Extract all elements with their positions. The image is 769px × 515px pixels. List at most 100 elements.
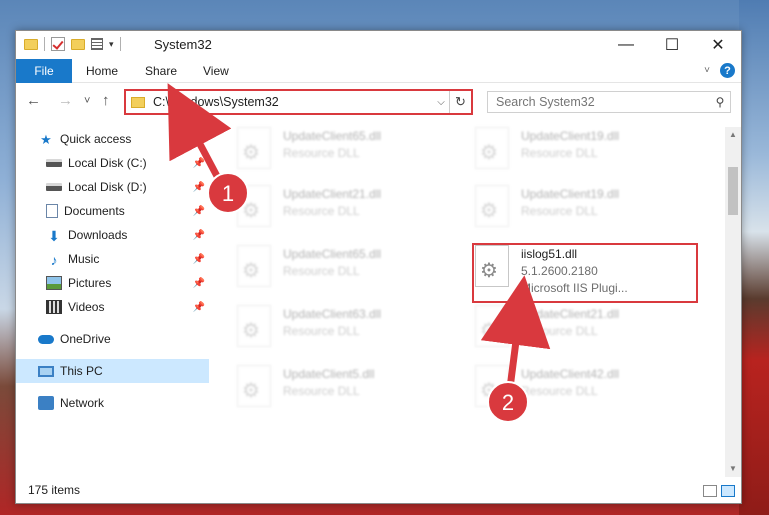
properties-icon[interactable] [91,38,103,50]
sidebar-item-documents[interactable]: Documents 📌 [16,199,209,223]
file-name: UpdateClient21.dll [283,187,382,201]
list-item[interactable]: UpdateClient19.dll Resource DLL [475,127,695,179]
up-button[interactable]: ↑ [102,92,110,109]
back-button[interactable]: ← [26,92,41,109]
details-view-icon[interactable] [703,485,717,497]
download-icon: ⬇ [48,228,60,244]
list-item[interactable]: UpdateClient65.dll Resource DLL [237,245,457,297]
file-description: Resource DLL [283,264,360,278]
star-icon: ★ [40,132,52,147]
sidebar-item-label: Local Disk (C:) [68,156,147,170]
large-icons-view-icon[interactable] [721,485,735,497]
network-icon [38,396,54,410]
customize-toolbar-icon[interactable]: ▾ [109,39,114,50]
dll-file-icon [237,305,271,347]
divider [44,37,45,51]
dll-file-icon [237,245,271,287]
list-item[interactable]: UpdateClient5.dll Resource DLL [237,365,457,417]
title-bar: ▾ System32 — ☐ ✕ [16,31,741,59]
tab-home[interactable]: Home [86,59,118,83]
tab-view[interactable]: View [203,59,229,83]
sidebar-item-label: Documents [64,204,125,218]
maximize-button[interactable]: ☐ [649,31,695,59]
chevron-down-icon[interactable]: ⌵ [433,97,449,108]
expand-ribbon-icon[interactable]: ˅ [704,65,710,76]
desktop-background [739,0,769,515]
sidebar-item-label: Local Disk (D:) [68,180,147,194]
pin-icon[interactable]: 📌 [193,206,205,217]
pin-icon[interactable]: 📌 [193,182,205,193]
scroll-down-icon[interactable]: ▼ [725,461,741,477]
divider [119,37,121,51]
file-name: UpdateClient42.dll [521,367,620,381]
sidebar-item-label: Network [60,396,105,410]
sidebar-item-label: Quick access [60,132,132,146]
navigation-pane: ★ Quick access Local Disk (C:) 📌 Local D… [16,127,209,477]
file-name: UpdateClient65.dll [283,247,382,261]
sidebar-item-this-pc[interactable]: This PC [16,359,209,383]
list-item[interactable]: UpdateClient21.dll Resource DLL [237,185,457,237]
file-name: UpdateClient19.dll [521,187,620,201]
pin-icon[interactable]: 📌 [193,254,205,265]
search-box[interactable]: ⚲ [487,91,731,113]
file-description: Resource DLL [521,146,598,160]
sidebar-item-label: Videos [68,300,105,314]
sidebar-item-quick-access[interactable]: ★ Quick access [16,127,209,151]
list-item[interactable]: UpdateClient63.dll Resource DLL [237,305,457,357]
drive-icon [46,183,62,191]
search-input[interactable] [496,95,710,109]
folder-icon [131,96,145,108]
file-name: UpdateClient65.dll [283,129,382,143]
computer-icon [38,365,54,377]
file-description: Resource DLL [521,204,598,218]
file-description: Resource DLL [521,384,598,398]
dll-file-icon [475,127,509,169]
pin-icon[interactable]: 📌 [193,158,205,169]
dll-file-icon [475,365,509,407]
tab-share[interactable]: Share [145,59,177,83]
file-name: UpdateClient63.dll [283,307,382,321]
vertical-scrollbar[interactable]: ▲ ▼ [725,127,741,477]
drive-icon [46,159,62,167]
file-description: Resource DLL [283,146,360,160]
scroll-up-icon[interactable]: ▲ [725,127,741,143]
sidebar-item-downloads[interactable]: ⬇ Downloads 📌 [16,223,209,247]
sidebar-item-videos[interactable]: Videos 📌 [16,295,209,319]
pin-icon[interactable]: 📌 [193,278,205,289]
search-icon[interactable]: ⚲ [710,95,730,109]
address-bar[interactable]: C:\Windows\System32 ⌵ ↻ [124,89,473,115]
dll-file-icon [237,127,271,169]
quick-access-toolbar: ▾ [24,37,121,51]
new-folder-icon[interactable] [71,38,85,50]
folder-icon [24,38,38,50]
scroll-thumb[interactable] [728,167,738,215]
sidebar-item-local-disk-d[interactable]: Local Disk (D:) 📌 [16,175,209,199]
list-item[interactable]: UpdateClient21.dll Resource DLL [475,305,695,357]
file-description: Resource DLL [283,324,360,338]
file-description: Resource DLL [521,324,598,338]
list-item[interactable]: UpdateClient65.dll Resource DLL [237,127,457,179]
tab-file[interactable]: File [16,59,72,83]
status-bar: 175 items [16,477,741,503]
file-description: Resource DLL [283,204,360,218]
sidebar-item-music[interactable]: ♪ Music 📌 [16,247,209,271]
sidebar-item-onedrive[interactable]: OneDrive [16,327,209,351]
sidebar-item-network[interactable]: Network [16,391,209,415]
pin-icon[interactable]: 📌 [193,302,205,313]
dll-file-icon [237,365,271,407]
address-path[interactable]: C:\Windows\System32 [153,95,433,109]
properties-check-icon[interactable] [51,37,65,51]
sidebar-item-pictures[interactable]: Pictures 📌 [16,271,209,295]
sidebar-item-local-disk-c[interactable]: Local Disk (C:) 📌 [16,151,209,175]
help-icon[interactable]: ? [720,63,735,78]
minimize-button[interactable]: — [603,31,649,59]
pin-icon[interactable]: 📌 [193,230,205,241]
list-item[interactable]: UpdateClient42.dll Resource DLL [475,365,695,417]
close-button[interactable]: ✕ [695,31,741,59]
pictures-icon [46,276,62,290]
file-highlight-box [472,243,698,303]
recent-locations-button[interactable]: ˅ [84,95,90,107]
list-item[interactable]: UpdateClient19.dll Resource DLL [475,185,695,237]
forward-button[interactable]: → [58,92,73,109]
refresh-icon[interactable]: ↻ [449,91,471,113]
